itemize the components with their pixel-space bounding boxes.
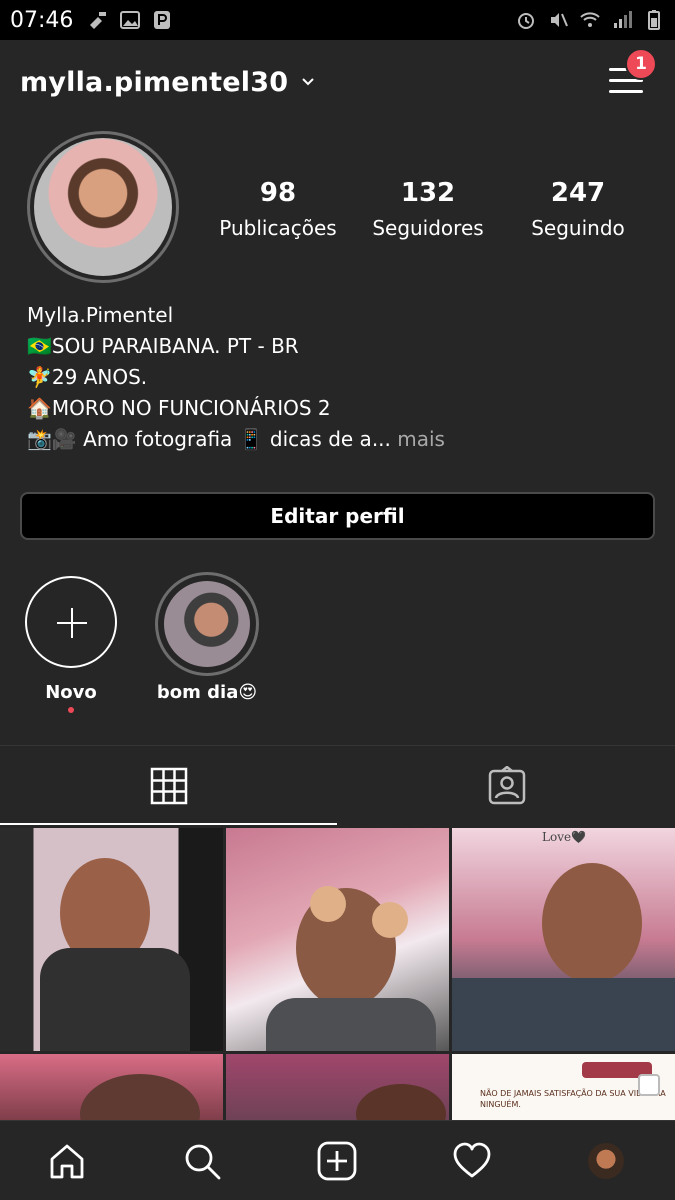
battery-icon bbox=[648, 10, 660, 30]
stat-followers[interactable]: 132 Seguidores bbox=[358, 178, 498, 240]
bottom-navigation bbox=[0, 1120, 675, 1200]
bio-more-link[interactable]: mais bbox=[397, 427, 445, 451]
tab-tagged[interactable] bbox=[338, 746, 675, 826]
bio-name: Mylla.Pimentel bbox=[27, 303, 174, 327]
wifi-icon bbox=[580, 12, 600, 27]
nav-activity[interactable] bbox=[452, 1141, 492, 1181]
bio-line-2: 🧚29 ANOS. bbox=[27, 365, 148, 389]
nav-search[interactable] bbox=[182, 1141, 222, 1181]
home-icon bbox=[50, 1144, 84, 1179]
profile-header: mylla.pimentel30 1 bbox=[0, 40, 675, 124]
stat-posts[interactable]: 98 Publicações bbox=[208, 178, 348, 240]
new-highlight-label: Novo bbox=[45, 682, 97, 703]
edit-profile-button[interactable]: Editar perfil bbox=[20, 492, 655, 540]
account-switcher-username[interactable]: mylla.pimentel30 bbox=[20, 67, 288, 98]
chevron-down-icon[interactable] bbox=[300, 74, 316, 90]
cleaner-icon bbox=[90, 12, 107, 29]
stat-following-value: 247 bbox=[550, 178, 606, 208]
notification-badge: 1 bbox=[625, 48, 657, 80]
grid-post[interactable] bbox=[0, 1054, 223, 1124]
grid-post[interactable] bbox=[226, 828, 449, 1051]
status-bar: 07:46 bbox=[0, 0, 675, 40]
stat-posts-value: 98 bbox=[259, 178, 297, 208]
heart-icon bbox=[453, 1142, 491, 1178]
new-highlight-button[interactable] bbox=[25, 576, 117, 668]
bio-line-3: 🏠MORO NO FUNCIONÁRIOS 2 bbox=[27, 396, 331, 420]
active-tab-indicator bbox=[0, 823, 337, 825]
bio-line-4: 📸🎥 Amo fotografia 📱 dicas de a... mais bbox=[27, 424, 647, 455]
grid-post[interactable]: Love🖤 bbox=[452, 828, 675, 1051]
add-post-icon bbox=[317, 1141, 357, 1181]
stat-followers-value: 132 bbox=[400, 178, 456, 208]
highlight-cover-image bbox=[164, 581, 250, 667]
nav-profile-avatar[interactable] bbox=[586, 1141, 626, 1181]
profile-bio: Mylla.Pimentel 🇧🇷SOU PARAIBANA. PT - BR … bbox=[27, 300, 647, 455]
tagged-person-icon bbox=[488, 766, 525, 805]
gallery-icon bbox=[120, 11, 141, 29]
grid-icon bbox=[150, 767, 187, 805]
stat-following[interactable]: 247 Seguindo bbox=[508, 178, 648, 240]
profile-avatar[interactable] bbox=[34, 138, 172, 276]
nav-home[interactable] bbox=[47, 1141, 87, 1181]
stat-following-label: Seguindo bbox=[531, 216, 625, 240]
grid-post[interactable]: NÃO DE JAMAIS SATISFAÇÃO DA SUA VIDA PRA… bbox=[452, 1054, 675, 1124]
parking-app-icon bbox=[154, 11, 171, 29]
highlight-bom-dia-label: bom dia😍 bbox=[156, 682, 258, 703]
status-time: 07:46 bbox=[10, 7, 74, 33]
alarm-icon bbox=[518, 13, 534, 29]
multiple-posts-icon bbox=[638, 1074, 660, 1096]
post-caption-text: Love🖤 bbox=[542, 830, 587, 844]
stat-posts-label: Publicações bbox=[219, 216, 337, 240]
bio-line-1: 🇧🇷SOU PARAIBANA. PT - BR bbox=[27, 334, 299, 358]
mute-icon bbox=[551, 13, 568, 27]
grid-post[interactable] bbox=[0, 828, 223, 1051]
highlight-bom-dia[interactable] bbox=[155, 572, 259, 676]
search-icon bbox=[185, 1144, 221, 1180]
nav-add-post[interactable] bbox=[317, 1141, 357, 1181]
signal-icon bbox=[614, 11, 632, 28]
bio-line-4-text: 📸🎥 Amo fotografia 📱 dicas de a... bbox=[27, 427, 391, 451]
new-indicator-dot bbox=[68, 707, 74, 713]
grid-post[interactable] bbox=[226, 1054, 449, 1124]
tab-grid[interactable] bbox=[0, 746, 337, 826]
stat-followers-label: Seguidores bbox=[372, 216, 484, 240]
